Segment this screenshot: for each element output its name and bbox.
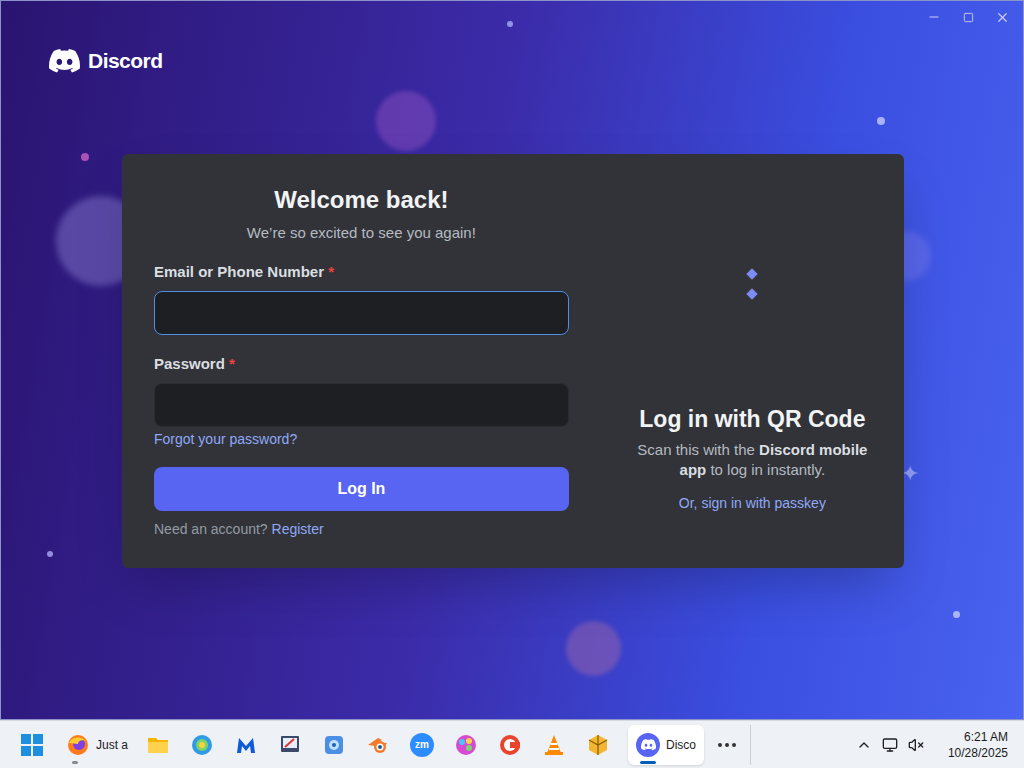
maximize-button[interactable] [951, 1, 985, 33]
system-tray: 6:21 AM10/28/2025 [856, 729, 1014, 761]
taskbar-app[interactable] [532, 725, 576, 765]
taskbar-apps: Just a zm Disco [58, 725, 751, 765]
taskbar-app[interactable]: Disco [628, 725, 704, 765]
remote-desktop-icon [278, 733, 302, 757]
taskbar-app[interactable]: Just a [58, 725, 136, 765]
form-field: Email or Phone Number * [154, 262, 569, 335]
discord-icon [636, 733, 660, 757]
qr-title: Log in with QR Code [639, 404, 865, 434]
taskbar-app[interactable] [180, 725, 224, 765]
show-hidden-icons-icon[interactable] [856, 737, 872, 753]
login-card: Welcome back! We’re so excited to see you… [122, 154, 904, 568]
desktop: ✦DiscordWelcome back!We’re so excited to… [0, 0, 1024, 768]
vlc-icon [542, 733, 566, 757]
taskbar-app[interactable] [268, 725, 312, 765]
loading-dot [747, 288, 758, 299]
browser-icon [190, 733, 214, 757]
taskbar-app[interactable] [576, 725, 620, 765]
paint-icon [454, 733, 478, 757]
login-button[interactable]: Log In [154, 467, 569, 511]
field-input[interactable] [154, 383, 569, 427]
taskbar-app[interactable] [444, 725, 488, 765]
taskbar-app[interactable] [312, 725, 356, 765]
more-button[interactable] [710, 725, 744, 765]
close-button[interactable] [985, 1, 1019, 33]
field-input[interactable] [154, 291, 569, 335]
taskbar-divider [750, 725, 751, 765]
start-button[interactable] [10, 725, 54, 765]
title-bar [1, 1, 1023, 33]
taskbar-app[interactable] [488, 725, 532, 765]
taskbar-app-label: Just a [96, 736, 128, 754]
running-indicator [640, 761, 656, 764]
discord-mark-icon [641, 739, 656, 750]
login-form: Welcome back! We’re so excited to see you… [154, 186, 569, 540]
network-icon[interactable] [882, 737, 898, 753]
blender-icon [366, 733, 390, 757]
taskbar-app[interactable] [224, 725, 268, 765]
folder-icon [146, 733, 170, 757]
minimize-button[interactable] [917, 1, 951, 33]
field-label: Email or Phone Number * [154, 262, 569, 282]
qr-description: Scan this with the Discord mobile app to… [633, 440, 872, 480]
required-mark: * [229, 355, 235, 372]
clock-date: 10/28/2025 [948, 745, 1008, 761]
clock[interactable]: 6:21 AM10/28/2025 [948, 729, 1014, 761]
discord-window: ✦DiscordWelcome back!We’re so excited to… [0, 0, 1024, 720]
volume-muted-icon[interactable] [908, 737, 924, 753]
taskbar-app[interactable] [356, 725, 400, 765]
ccleaner-icon [498, 733, 522, 757]
maximize-icon [963, 12, 974, 23]
taskbar-app[interactable] [136, 725, 180, 765]
qr-code [664, 196, 840, 372]
zoom-icon: zm [410, 733, 434, 757]
windows-icon [21, 734, 43, 756]
taskbar-app[interactable]: zm [400, 725, 444, 765]
archive-icon [586, 733, 610, 757]
required-mark: * [328, 263, 334, 280]
loading-dot [747, 268, 758, 279]
login-subtitle: We’re so excited to see you again! [154, 222, 569, 244]
qr-section: Log in with QR Code Scan this with the Di… [633, 186, 872, 540]
forgot-password-link[interactable]: Forgot your password? [154, 431, 569, 447]
firefox-icon [66, 733, 90, 757]
taskbar-app-label: Disco [666, 736, 696, 754]
network-tool-icon [322, 733, 346, 757]
minimize-icon [927, 10, 941, 24]
brand-name: Discord [88, 45, 163, 77]
login-title: Welcome back! [154, 186, 569, 214]
brand-row: Discord [1, 33, 1023, 89]
malwarebytes-icon [234, 733, 258, 757]
field-label: Password * [154, 354, 569, 374]
register-link[interactable]: Register [272, 521, 324, 537]
close-icon [995, 10, 1010, 25]
taskbar: Just a zm Disco 6:21 AM10/28/2025 [0, 720, 1024, 768]
form-field: Password * [154, 354, 569, 427]
clock-time: 6:21 AM [964, 729, 1008, 745]
passkey-link[interactable]: Or, sign in with passkey [679, 495, 826, 511]
discord-logo-icon [49, 49, 80, 73]
running-indicator [72, 761, 78, 764]
register-row: Need an account? Register [154, 521, 569, 537]
